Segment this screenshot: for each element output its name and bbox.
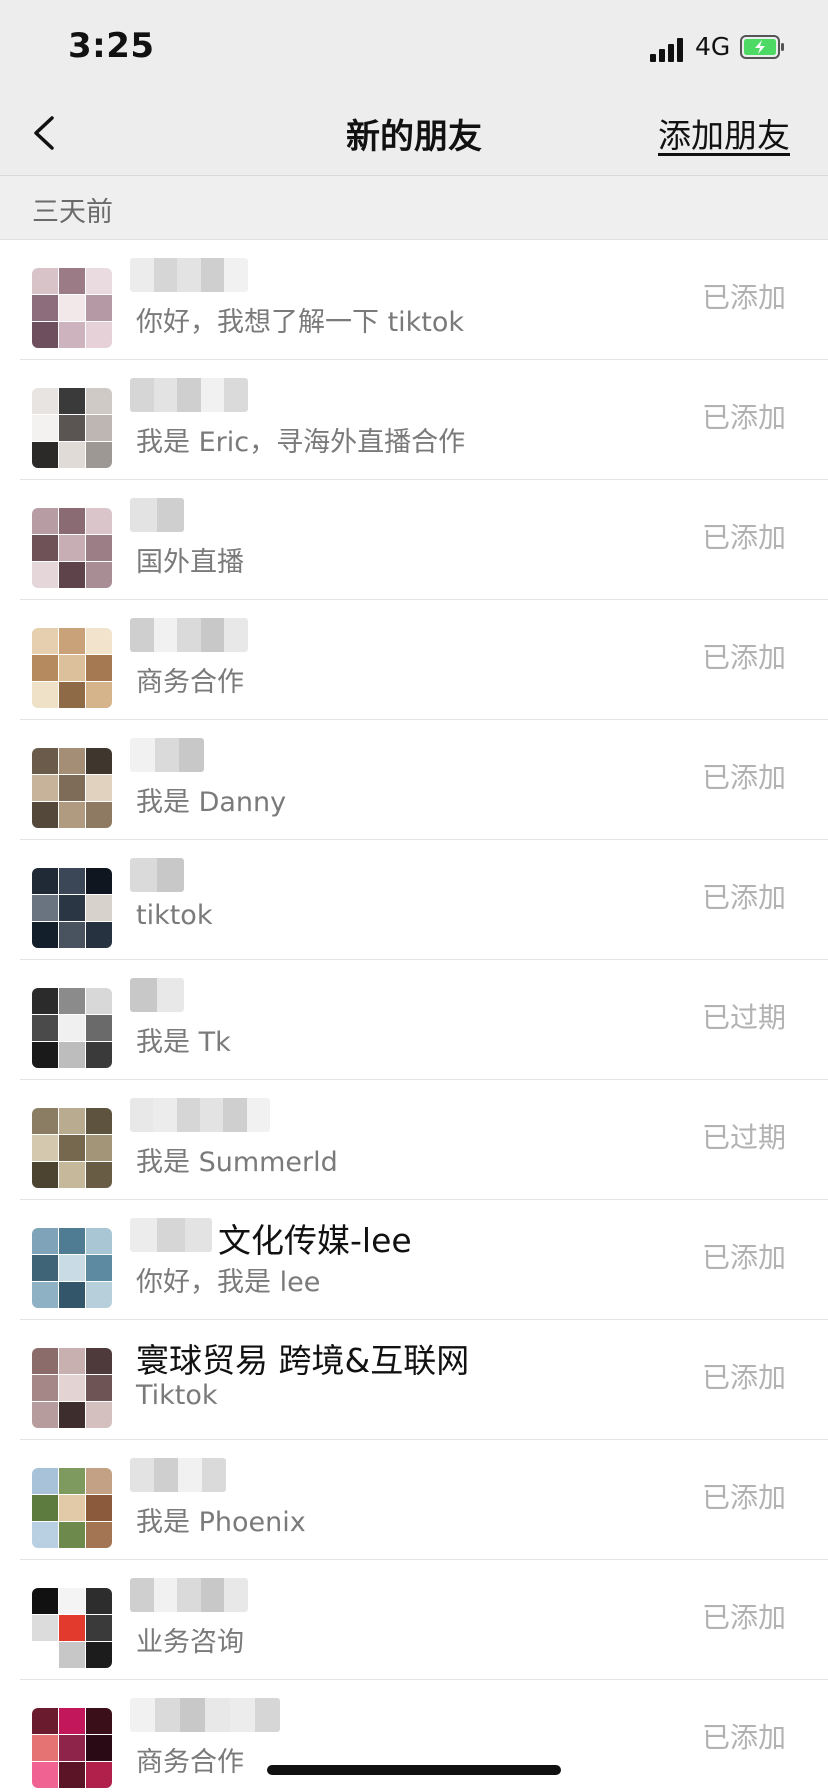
request-message: tiktok	[136, 900, 213, 931]
request-status: 已添加	[701, 1601, 786, 1634]
avatar[interactable]	[32, 1108, 112, 1188]
friend-request-row[interactable]: 我是 Summerld 已过期	[0, 1080, 828, 1200]
top-bar: 3:25 4G 新的朋友 添加朋友	[0, 0, 828, 176]
friend-request-row[interactable]: 我是 Phoenix 已添加	[0, 1440, 828, 1560]
contact-name: 文化传媒-lee	[218, 1221, 412, 1260]
friend-request-row[interactable]: 我是 Eric，寻海外直播合作 已添加	[0, 360, 828, 480]
home-indicator[interactable]	[267, 1765, 561, 1775]
request-status: 已添加	[701, 1481, 786, 1514]
request-message: 你好，我想了解一下 tiktok	[136, 307, 465, 338]
redacted-name-mosaic	[130, 978, 184, 1012]
friend-request-row[interactable]: 商务合作 已添加	[0, 1680, 828, 1792]
friend-request-row[interactable]: 国外直播 已添加	[0, 480, 828, 600]
request-status: 已添加	[701, 761, 786, 794]
redacted-name-mosaic	[130, 378, 248, 412]
request-message: 国外直播	[136, 547, 244, 578]
avatar[interactable]	[32, 1588, 112, 1668]
request-message: 业务咨询	[136, 1627, 244, 1658]
avatar[interactable]	[32, 868, 112, 948]
redacted-name-mosaic	[130, 1578, 248, 1612]
avatar[interactable]	[32, 268, 112, 348]
redacted-name-mosaic	[130, 1458, 226, 1492]
status-time: 3:25	[68, 26, 155, 66]
section-header: 三天前	[0, 176, 828, 240]
section-label: 三天前	[32, 197, 113, 228]
redacted-name-mosaic	[130, 738, 204, 772]
request-status: 已添加	[701, 641, 786, 674]
contact-name: 寰球贸易 跨境&互联网	[136, 1341, 470, 1380]
request-status: 已添加	[701, 401, 786, 434]
signal-icon	[650, 38, 686, 62]
redacted-name-mosaic	[130, 1698, 280, 1732]
friend-request-row[interactable]: 寰球贸易 跨境&互联网 Tiktok 已添加	[0, 1320, 828, 1440]
request-message: 你好，我是 lee	[136, 1267, 321, 1298]
friend-request-list: 你好，我想了解一下 tiktok 已添加 我是 Eric，寻海外直播合作 已添加 国外直…	[0, 240, 828, 1792]
friend-request-row[interactable]: tiktok 已添加	[0, 840, 828, 960]
avatar[interactable]	[32, 508, 112, 588]
redacted-name-mosaic	[130, 1218, 212, 1252]
redacted-name-mosaic	[130, 618, 248, 652]
redacted-name-mosaic	[130, 858, 184, 892]
request-status: 已添加	[701, 521, 786, 554]
battery-icon	[740, 35, 784, 59]
avatar[interactable]	[32, 1708, 112, 1788]
request-message: 我是 Eric，寻海外直播合作	[136, 427, 466, 458]
friend-request-row[interactable]: 你好，我想了解一下 tiktok 已添加	[0, 240, 828, 360]
redacted-name-mosaic	[130, 498, 184, 532]
request-message: 我是 Danny	[136, 787, 287, 818]
avatar[interactable]	[32, 1348, 112, 1428]
network-type: 4G	[695, 32, 731, 61]
status-bar: 3:25 4G	[0, 0, 828, 96]
friend-request-row[interactable]: 我是 Tk 已过期	[0, 960, 828, 1080]
navigation-bar: 新的朋友 添加朋友	[0, 96, 828, 176]
request-status: 已过期	[701, 1001, 786, 1034]
friend-request-row[interactable]: 文化传媒-lee 你好，我是 lee 已添加	[0, 1200, 828, 1320]
friend-request-row[interactable]: 商务合作 已添加	[0, 600, 828, 720]
request-message: 商务合作	[136, 1747, 244, 1778]
friend-request-row[interactable]: 我是 Danny 已添加	[0, 720, 828, 840]
avatar[interactable]	[32, 1228, 112, 1308]
redacted-name-mosaic	[130, 1098, 270, 1132]
avatar[interactable]	[32, 1468, 112, 1548]
request-status: 已添加	[701, 281, 786, 314]
redacted-name-mosaic	[130, 258, 248, 292]
avatar[interactable]	[32, 748, 112, 828]
request-status: 已添加	[701, 1241, 786, 1274]
request-message: 我是 Tk	[136, 1027, 231, 1058]
friend-request-row[interactable]: 业务咨询 已添加	[0, 1560, 828, 1680]
avatar[interactable]	[32, 988, 112, 1068]
add-friend-link[interactable]: 添加朋友	[658, 109, 790, 157]
request-status: 已添加	[701, 1721, 786, 1754]
request-message: 商务合作	[136, 667, 244, 698]
request-message: Tiktok	[136, 1380, 218, 1411]
avatar[interactable]	[32, 388, 112, 468]
request-status: 已过期	[701, 1121, 786, 1154]
request-status: 已添加	[701, 881, 786, 914]
request-message: 我是 Summerld	[136, 1147, 338, 1178]
request-status: 已添加	[701, 1361, 786, 1394]
request-message: 我是 Phoenix	[136, 1507, 306, 1538]
avatar[interactable]	[32, 628, 112, 708]
